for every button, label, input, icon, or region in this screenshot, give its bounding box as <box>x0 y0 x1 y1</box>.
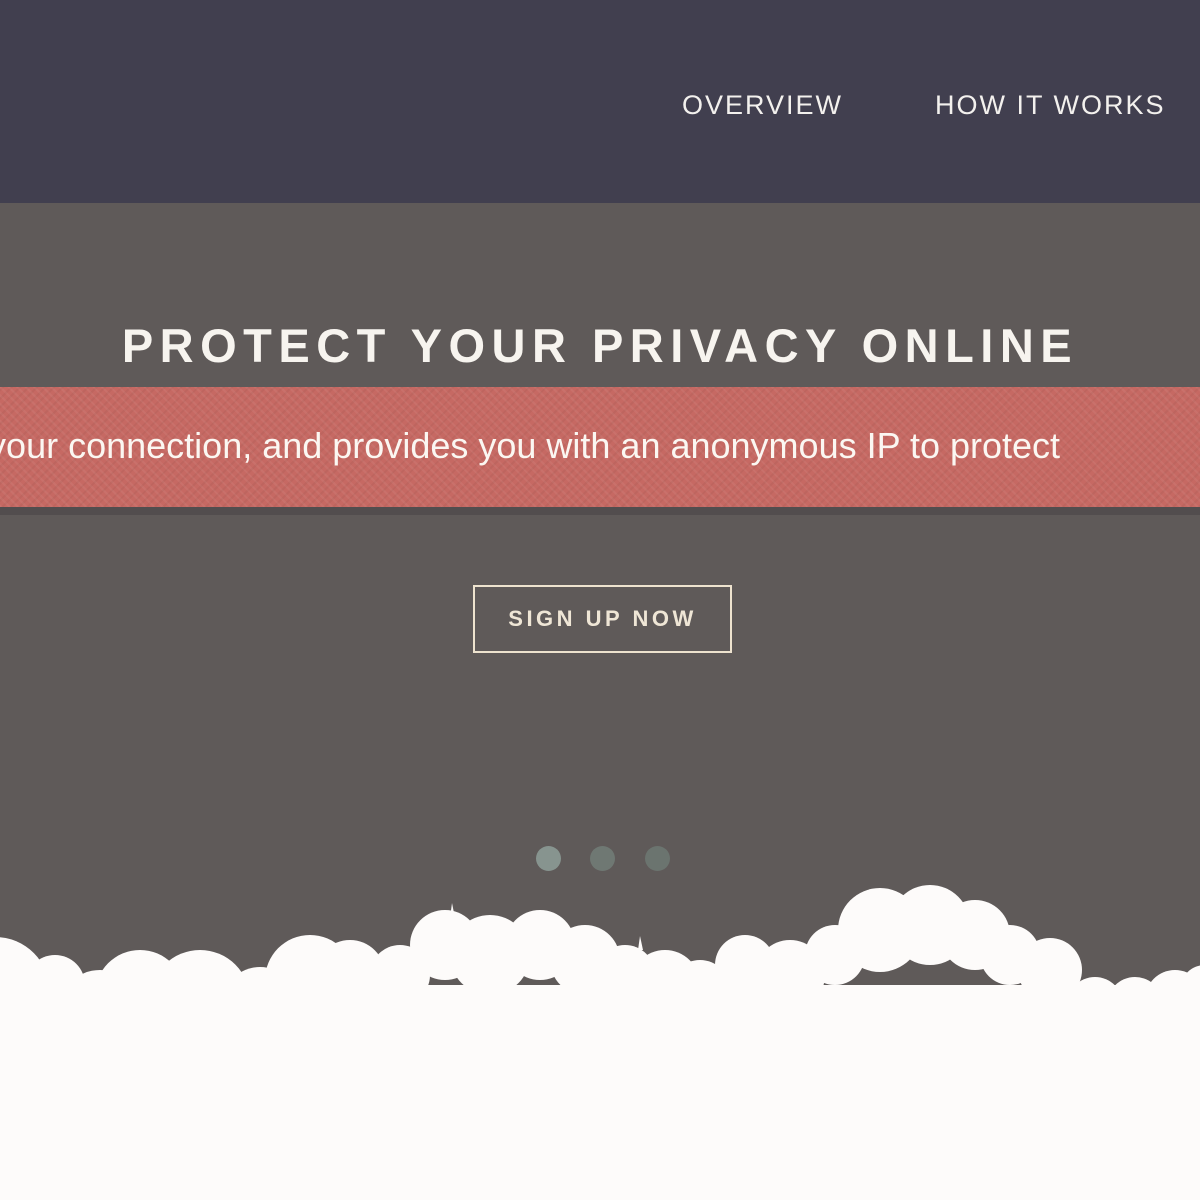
nav-link-overview[interactable]: OVERVIEW <box>682 88 843 122</box>
slider-dot-2[interactable] <box>590 846 615 871</box>
nav-link-how-it-works[interactable]: HOW IT WORKS <box>935 88 1166 122</box>
hero-title: PROTECT YOUR PRIVACY ONLINE <box>121 319 1079 373</box>
ribbon-text: encrypts your connection, and provides y… <box>0 425 1061 466</box>
top-navigation: OVERVIEW HOW IT WORKS <box>0 0 1200 203</box>
hero-ribbon: encrypts your connection, and provides y… <box>0 387 1200 507</box>
page: OVERVIEW HOW IT WORKS PROTECT YOUR PRIVA… <box>0 0 1200 1200</box>
slider-dots <box>0 846 1200 872</box>
sign-up-button[interactable]: SIGN UP NOW <box>473 585 732 653</box>
slider-dot-1[interactable] <box>536 846 561 871</box>
slider-dot-3[interactable] <box>645 846 670 871</box>
hero-section: PROTECT YOUR PRIVACY ONLINE encrypts you… <box>0 203 1200 1200</box>
